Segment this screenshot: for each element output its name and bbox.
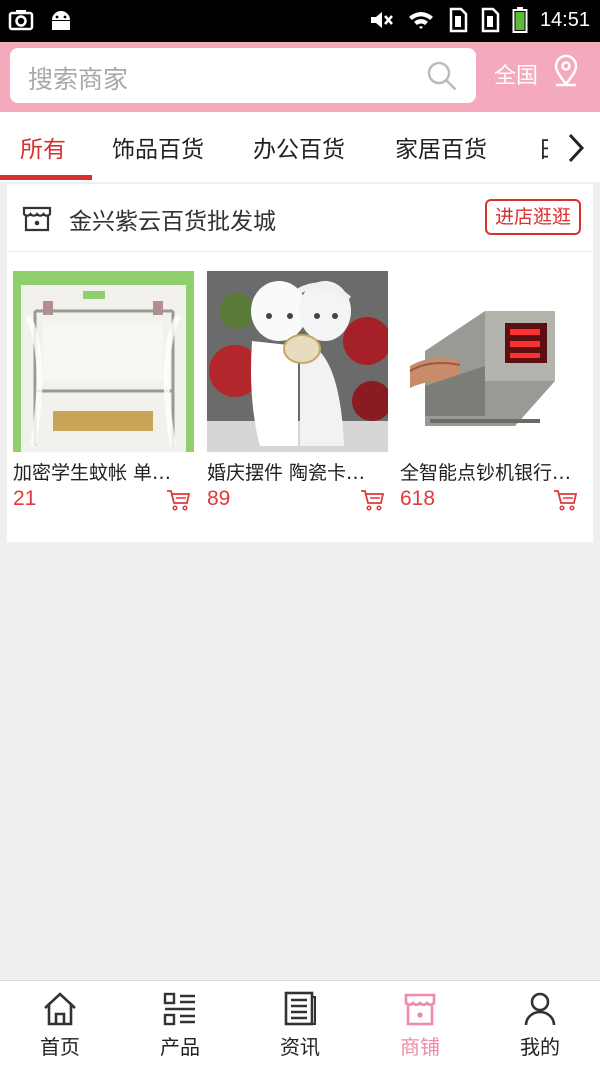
product-title: 婚庆摆件 陶瓷卡通娃娃 [207, 462, 383, 484]
category-tabs: 所有 饰品百货 办公百货 家居百货 日 [0, 112, 600, 182]
cart-icon[interactable] [360, 489, 384, 511]
user-icon [524, 992, 556, 1026]
cart-icon[interactable] [553, 489, 577, 511]
battery-icon [512, 7, 528, 33]
search-header: 搜索商家 全国 [0, 42, 600, 112]
store-icon [404, 993, 436, 1026]
product-card[interactable]: 婚庆摆件 陶瓷卡通娃娃 89 [207, 271, 388, 511]
search-placeholder: 搜索商家 [28, 65, 129, 94]
visit-store-button[interactable]: 进店逛逛 [485, 199, 582, 235]
mute-icon [370, 12, 393, 28]
store-card: 金兴紫云百货批发城 进店逛逛 加密学生蚊帐 单人床 21 婚庆摆件 陶瓷卡通娃 … [7, 184, 593, 542]
news-icon [284, 991, 316, 1026]
home-icon [44, 992, 76, 1026]
nav-products[interactable]: 产品 [120, 981, 240, 1067]
cart-icon[interactable] [166, 489, 190, 511]
chevron-right-icon[interactable] [566, 132, 586, 164]
nav-news[interactable]: 资讯 [240, 981, 360, 1067]
product-image[interactable] [400, 271, 581, 452]
status-bar: 14:51 [0, 0, 600, 42]
tab-accessories[interactable]: 饰品百货 [112, 130, 204, 164]
nav-products-label: 产品 [160, 1035, 200, 1059]
product-image[interactable] [13, 271, 194, 452]
search-icon[interactable] [426, 60, 458, 92]
region-selector[interactable]: 全国 [494, 58, 538, 90]
tab-all[interactable]: 所有 [20, 130, 66, 164]
location-icon[interactable] [550, 54, 582, 88]
product-card[interactable]: 加密学生蚊帐 单人床 21 [13, 271, 194, 511]
android-icon [52, 11, 70, 30]
nav-stores-label: 商铺 [400, 1035, 440, 1059]
nav-home[interactable]: 首页 [0, 981, 120, 1067]
search-input[interactable]: 搜索商家 [10, 48, 476, 103]
tab-active-indicator [0, 175, 92, 180]
wifi-icon [408, 12, 433, 30]
sim2-icon [481, 7, 500, 33]
nav-profile[interactable]: 我的 [480, 981, 600, 1067]
nav-profile-label: 我的 [520, 1035, 560, 1059]
nav-news-label: 资讯 [280, 1035, 320, 1059]
tab-home[interactable]: 家居百货 [395, 130, 487, 164]
screenshot-icon [8, 10, 34, 31]
list-icon [163, 992, 195, 1026]
store-header[interactable]: 金兴紫云百货批发城 进店逛逛 [7, 184, 593, 252]
product-card[interactable]: 全智能点钞机银行专用 618 [400, 271, 581, 511]
nav-stores[interactable]: 商铺 [360, 981, 480, 1067]
nav-home-label: 首页 [40, 1035, 80, 1059]
product-title: 全智能点钞机银行专用 [400, 462, 576, 484]
product-title: 加密学生蚊帐 单人床 [13, 462, 189, 484]
product-image[interactable] [207, 271, 388, 452]
sim1-icon [449, 7, 468, 33]
store-name: 金兴紫云百货批发城 [69, 209, 276, 235]
shop-icon [22, 206, 52, 232]
bottom-nav: 首页 产品 资讯 商铺 我的 [0, 980, 600, 1067]
status-time: 14:51 [539, 8, 590, 31]
tab-office[interactable]: 办公百货 [253, 130, 345, 164]
